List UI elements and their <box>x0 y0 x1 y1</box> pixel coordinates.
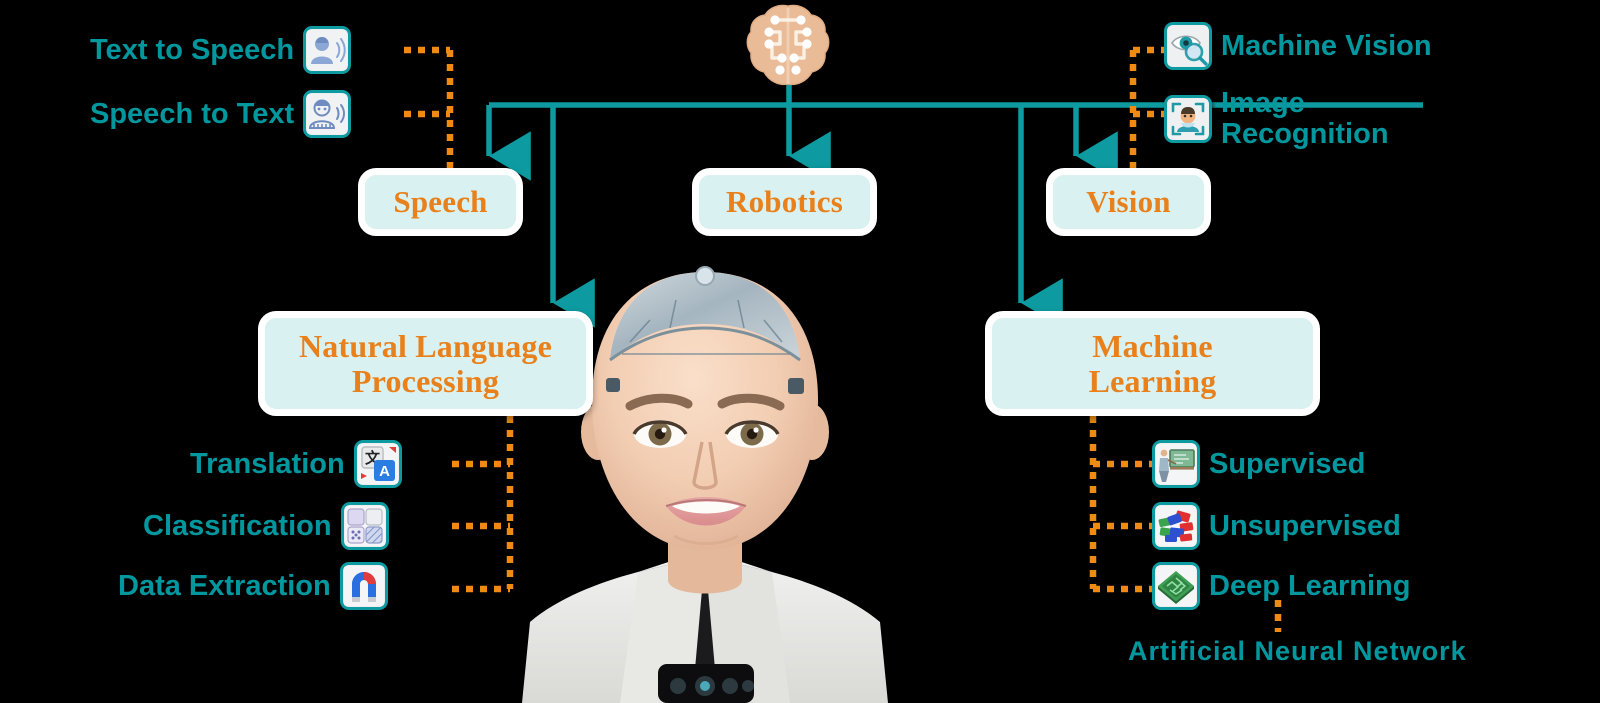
leaf-unsupervised[interactable]: Unsupervised <box>1152 502 1401 550</box>
unsupervised-blocks-icon <box>1152 502 1200 550</box>
node-robotics-label: Robotics <box>726 184 843 220</box>
image-recognition-icon <box>1164 94 1212 143</box>
leaf-text-to-speech[interactable]: Text to Speech <box>90 26 352 74</box>
leaf-translation-label: Translation <box>190 447 345 480</box>
node-vision-label: Vision <box>1086 184 1171 220</box>
leaf-supervised[interactable]: Supervised <box>1152 440 1365 488</box>
leaf-unsupervised-label: Unsupervised <box>1209 509 1401 542</box>
deep-learning-maze-icon <box>1152 562 1200 610</box>
artificial-neural-network-annotation: Artificial Neural Network <box>1128 636 1467 666</box>
machine-vision-icon <box>1164 22 1212 70</box>
leaf-data-extraction-label: Data Extraction <box>118 569 331 602</box>
leaf-machine-vision-label: Machine Vision <box>1221 29 1432 62</box>
leaf-classification-label: Classification <box>143 509 332 542</box>
leaf-supervised-label: Supervised <box>1209 447 1366 480</box>
leaf-data-extraction[interactable]: Data Extraction <box>118 562 388 610</box>
diagram-canvas: Speech Robotics Vision Natural Language … <box>0 0 1600 703</box>
node-speech-label: Speech <box>393 184 488 220</box>
leaf-speech-to-text[interactable]: Speech to Text <box>90 90 352 138</box>
text-to-speech-icon <box>303 26 352 74</box>
leaf-deep-learning-label: Deep Learning <box>1209 569 1411 602</box>
leaf-deep-learning[interactable]: Deep Learning <box>1152 562 1410 610</box>
node-robotics[interactable]: Robotics <box>692 168 877 236</box>
supervised-blackboard-icon <box>1152 440 1200 488</box>
translation-icon: 文 A <box>353 440 402 488</box>
data-extraction-magnet-icon <box>339 562 388 610</box>
node-machine-learning[interactable]: Machine Learning <box>985 311 1320 416</box>
leaf-text-to-speech-label: Text to Speech <box>90 33 295 66</box>
leaf-speech-to-text-label: Speech to Text <box>90 97 295 130</box>
leaf-classification[interactable]: Classification <box>143 502 389 550</box>
node-vision[interactable]: Vision <box>1046 168 1211 236</box>
leaf-machine-vision[interactable]: Machine Vision <box>1164 22 1432 70</box>
node-natural-language-processing[interactable]: Natural Language Processing <box>258 311 593 416</box>
leaf-translation[interactable]: Translation 文 A <box>190 440 402 488</box>
svg-text:A: A <box>379 463 390 480</box>
leaf-image-recognition[interactable]: Image Recognition <box>1164 88 1389 149</box>
leaf-image-recognition-label: Image Recognition <box>1221 87 1389 150</box>
classification-icon <box>340 502 389 550</box>
node-speech[interactable]: Speech <box>358 168 523 236</box>
speech-to-text-icon <box>303 90 352 138</box>
node-nlp-label: Natural Language Processing <box>299 327 552 399</box>
node-machine-learning-label: Machine Learning <box>1088 327 1217 399</box>
brain-circuit-icon <box>742 2 834 94</box>
